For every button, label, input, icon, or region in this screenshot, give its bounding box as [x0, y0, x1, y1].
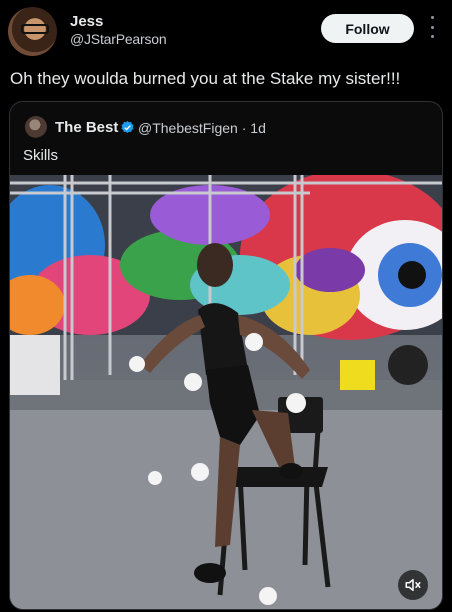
tweet-text: Oh they woulda burned you at the Stake m… — [10, 69, 401, 88]
quoted-tweet-text: Skills — [23, 147, 59, 164]
mute-button[interactable] — [398, 570, 428, 600]
author-handle[interactable]: @JStarPearson — [70, 31, 167, 47]
more-icon[interactable] — [426, 16, 438, 38]
quoted-author-name: The Best — [55, 119, 119, 136]
meta-separator: · — [241, 120, 251, 136]
mute-icon — [405, 579, 421, 591]
quoted-tweet-time: 1d — [250, 120, 266, 136]
video-player[interactable] — [10, 175, 442, 609]
follow-button[interactable]: Follow — [321, 14, 414, 43]
verified-icon — [121, 120, 134, 133]
author-avatar[interactable] — [8, 7, 57, 56]
tweet-header: Jess @JStarPearson Follow — [0, 0, 452, 62]
quoted-tweet-card[interactable]: The Best @ThebestFigen · 1d Skills — [9, 101, 443, 610]
quoted-author-meta: @ThebestFigen · 1d — [138, 120, 266, 136]
quoted-author-handle: @ThebestFigen — [138, 120, 238, 136]
author-display-name[interactable]: Jess — [70, 13, 103, 30]
quoted-author-avatar — [25, 116, 47, 138]
video-frame — [10, 175, 442, 609]
